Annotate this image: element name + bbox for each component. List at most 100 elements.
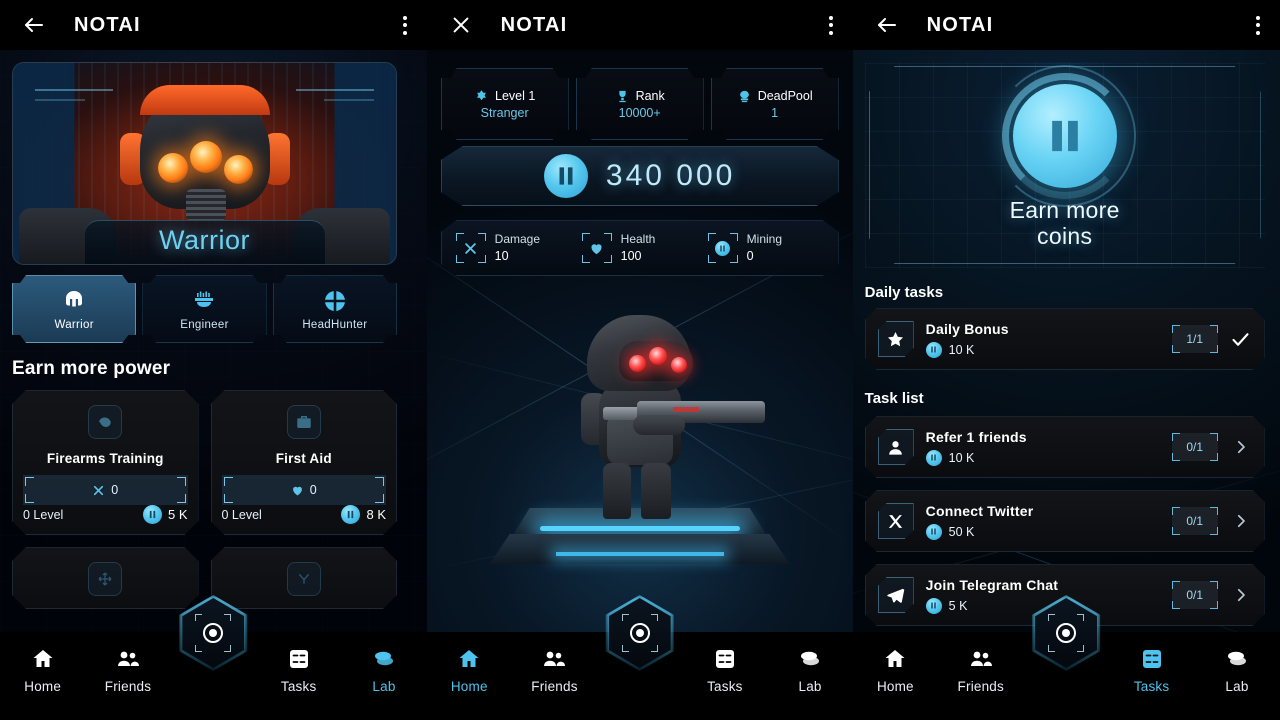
class-tab-label: Engineer [180,318,229,331]
nav-label: Lab [372,679,396,694]
nav-label: Home [24,679,62,694]
chip-deadpool[interactable]: DeadPool 1 [711,68,839,140]
nav-label: Friends [531,679,578,694]
task-row-connect-twitter[interactable]: Connect Twitter 50 K 0/1 [865,490,1265,552]
center-action-button[interactable] [179,595,248,671]
class-tab-label: Warrior [54,318,94,331]
stat-damage: Damage 10 [456,231,572,264]
power-card-partial-1[interactable] [12,547,199,609]
task-row-daily-bonus[interactable]: Daily Bonus 10 K 1/1 [865,308,1265,370]
back-arrow-icon[interactable] [865,3,909,47]
class-tab-engineer[interactable]: Engineer [142,275,266,343]
class-tab-warrior[interactable]: Warrior [12,275,136,343]
task-row-refer-friends[interactable]: Refer 1 friends 10 K 0/1 [865,416,1265,478]
nav-item-friends[interactable]: Friends [938,646,1023,694]
nav-item-home[interactable]: Home [853,646,938,694]
nav-label: Tasks [1133,679,1170,694]
nav-item-tasks[interactable]: Tasks [682,646,767,694]
soldier-avatar[interactable] [545,315,765,530]
topbar-panel1: NOTAI [0,0,427,50]
earn-more-coins-banner: Earn more coins [864,62,1265,268]
nav-item-lab[interactable]: Lab [341,646,426,694]
nav-label: Home [450,679,488,694]
chevron-right-icon[interactable] [1230,438,1252,456]
nav-item-friends[interactable]: Friends [512,646,597,694]
app-title: NOTAI [500,13,568,36]
nav-item-home[interactable]: Home [427,646,512,694]
check-icon [1230,329,1252,350]
overflow-menu-icon[interactable] [1255,15,1260,35]
warrior-helmet-illustration [116,85,294,239]
center-action-button[interactable] [1032,595,1101,671]
topbar-panel2: NOTAI [426,0,853,50]
deco-line [35,99,85,101]
overflow-menu-icon[interactable] [828,15,833,35]
chip-sub: Stranger [480,105,529,120]
center-action-button[interactable] [605,595,674,671]
power-card-stat-value: 0 [111,483,119,497]
trophy-icon [615,89,630,104]
mining-coin-icon [708,233,738,263]
daily-tasks-list: Daily Bonus 10 K 1/1 [865,308,1265,370]
three-panel-screenshot: NOTAI Warrior Warrior Engineer HeadHunte… [0,0,1280,720]
damage-cross-icon [456,233,486,263]
topbar-panel3: NOTAI [852,0,1280,50]
corner-bracket [1077,645,1085,652]
muscle-icon [88,405,122,439]
chip-label: Rank [635,89,665,103]
telegram-icon [878,577,914,613]
task-reward-value: 10 K [948,342,975,357]
target-crosshair-icon [627,620,653,646]
nav-item-tasks[interactable]: Tasks [1109,646,1194,694]
power-card-first-aid[interactable]: First Aid 0 0 Level 8 K [211,390,398,535]
power-card-firearms-training[interactable]: Firearms Training 0 0 Level 5 K [12,390,199,535]
power-cards-grid: Firearms Training 0 0 Level 5 K First Ai… [12,390,397,609]
nav-label: Friends [957,679,1004,694]
nav-item-home[interactable]: Home [0,646,85,694]
app-title: NOTAI [74,13,141,36]
close-x-icon[interactable] [439,3,483,47]
section-title-earn-more-power: Earn more power [12,358,171,379]
corner-bracket [195,645,203,652]
notai-coin-icon [993,65,1136,207]
nav-item-lab[interactable]: Lab [767,646,852,694]
chip-level[interactable]: Level 1 Stranger [441,68,569,140]
character-stage [427,300,853,600]
tasks-icon [286,646,312,672]
power-card-stat: 0 [23,475,188,505]
stat-mining: Mining 0 [708,231,824,264]
task-progress-value: 0/1 [1186,440,1203,454]
nav-item-tasks[interactable]: Tasks [256,646,341,694]
deco-line [324,99,374,101]
chevron-right-icon[interactable] [1230,586,1252,604]
star-icon [878,321,914,357]
hero-character-card[interactable]: Warrior [12,62,397,265]
combat-stats-bar: Damage 10 Health 100 Mining 0 [441,220,839,276]
home-icon [456,646,482,672]
stat-value: 100 [620,248,642,263]
nav-label: Tasks [280,679,317,694]
player-stat-chips: Level 1 Stranger Rank 10000+ DeadPool 1 [441,68,839,140]
task-name: Refer 1 friends [925,428,1027,445]
chip-label: DeadPool [757,89,813,103]
person-icon [878,429,914,465]
class-tab-headhunter[interactable]: HeadHunter [273,275,397,343]
nav-item-lab[interactable]: Lab [1194,646,1279,694]
chevron-right-icon[interactable] [1230,512,1252,530]
panel-home: NOTAI Level 1 Stranger Rank 10000+ DeadP… [426,0,853,720]
stat-label: Mining [746,232,783,247]
back-arrow-icon[interactable] [12,3,56,47]
friends-icon [968,646,994,672]
power-card-stat-value: 0 [309,483,317,497]
chip-sub: 1 [771,105,779,120]
overflow-menu-icon[interactable] [402,15,407,35]
nav-item-friends[interactable]: Friends [85,646,170,694]
notai-coin-icon [341,505,360,524]
notai-coin-icon [926,598,942,614]
tasks-icon [712,646,738,672]
power-card-footer: 0 Level 8 K [222,505,387,524]
task-progress: 0/1 [1172,433,1218,461]
banner-title: Earn more coins [865,197,1265,250]
balance-bar: 340 000 [441,146,839,206]
chip-rank[interactable]: Rank 10000+ [576,68,704,140]
